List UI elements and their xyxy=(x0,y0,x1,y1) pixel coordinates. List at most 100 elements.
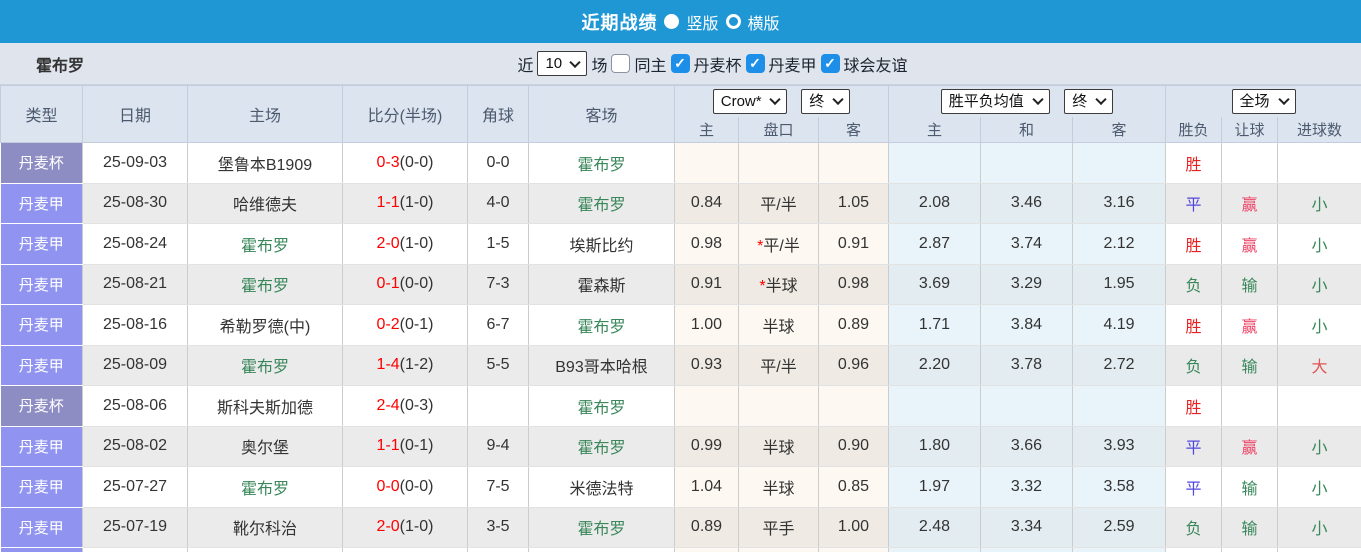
average-select-wrap: 胜平负均值 xyxy=(941,89,1050,114)
vertical-layout-radio[interactable] xyxy=(664,14,679,29)
col-header-date: 日期 xyxy=(83,86,188,143)
horizontal-layout-radio[interactable] xyxy=(726,14,741,29)
result-handicap xyxy=(1222,386,1278,427)
avg-home-odds: 3.69 xyxy=(889,264,981,305)
avg-draw-odds xyxy=(981,143,1073,184)
away-team: 霍布罗 xyxy=(529,305,675,346)
league-badge: 丹麦甲 xyxy=(1,264,83,305)
handicap-text: 半球 xyxy=(762,440,794,457)
crow-handicap: 平/半 xyxy=(739,345,819,386)
result-handicap: 赢 xyxy=(1222,183,1278,224)
avg-away-odds xyxy=(1073,386,1166,427)
recent-count-select[interactable]: 10 xyxy=(537,51,587,76)
result-handicap: 输 xyxy=(1222,345,1278,386)
filter-bar: 霍布罗 近 10 场 同主 ✓ 丹麦杯 ✓ 丹麦甲 ✓ 球会友谊 xyxy=(0,43,1361,85)
match-date: 25-08-09 xyxy=(83,345,188,386)
avg-home-odds xyxy=(889,386,981,427)
league-badge: 丹麦杯 xyxy=(1,386,83,427)
fulltime-score: 1-1 xyxy=(377,194,400,211)
handicap-text: 半球 xyxy=(762,481,794,498)
crow-handicap: 半球 xyxy=(739,426,819,467)
crow-away-odds: 0.96 xyxy=(819,345,889,386)
fulltime-score: 0-2 xyxy=(377,316,400,333)
score-cell: 0-1(0-0) xyxy=(343,264,468,305)
sub-header-avg-draw: 和 xyxy=(981,117,1073,143)
same-home-label: 同主 xyxy=(634,52,666,76)
crow-handicap xyxy=(739,386,819,427)
filter-checkbox-friendly[interactable]: ✓ xyxy=(821,54,840,73)
league-badge: 丹麦甲 xyxy=(1,224,83,265)
scope-select[interactable]: 全场 xyxy=(1232,89,1296,114)
league-badge: 丹麦甲 xyxy=(1,426,83,467)
sub-header-wdl: 胜负 xyxy=(1166,117,1222,143)
sub-header-crow-away: 客 xyxy=(819,117,889,143)
corner-score: 0-0 xyxy=(468,143,529,184)
handicap-text: 半球 xyxy=(766,278,798,295)
crow-home-odds: 0.89 xyxy=(675,507,739,548)
average-select[interactable]: 胜平负均值 xyxy=(941,89,1050,114)
bookmaker-header-group: Crow* 终 xyxy=(675,86,889,117)
away-team: B93哥本哈根 xyxy=(529,345,675,386)
avg-draw-odds: 3.84 xyxy=(981,305,1073,346)
filter-checkbox-cup[interactable]: ✓ xyxy=(671,54,690,73)
col-header-corner: 角球 xyxy=(468,86,529,143)
result-wdl: 胜 xyxy=(1166,305,1222,346)
result-wdl: 胜 xyxy=(1166,224,1222,265)
corner-score: 7-3 xyxy=(468,264,529,305)
average-time-select[interactable]: 终 xyxy=(1064,89,1113,114)
sub-header-handicap-res: 让球 xyxy=(1222,117,1278,143)
horizontal-layout-label[interactable]: 横版 xyxy=(748,10,780,34)
bookmaker-select[interactable]: Crow* xyxy=(713,89,787,114)
col-header-away: 客场 xyxy=(529,86,675,143)
same-home-checkbox[interactable] xyxy=(611,54,630,73)
avg-away-odds: 1.95 xyxy=(1073,264,1166,305)
filter-label-cup: 丹麦杯 xyxy=(694,52,742,76)
crow-home-odds: 1.04 xyxy=(675,467,739,508)
recent-label: 近 xyxy=(517,52,533,76)
home-team: 斯科夫斯加德 xyxy=(188,386,343,427)
avg-draw-odds: 3.74 xyxy=(981,224,1073,265)
home-team: 霍布罗 xyxy=(188,345,343,386)
score-cell: 2-0(1-0) xyxy=(343,507,468,548)
result-wdl: 负 xyxy=(1166,507,1222,548)
score-cell: 1-1(0-1) xyxy=(343,426,468,467)
table-row: 丹麦甲 25-08-16 希勒罗德(中) 0-2(0-1) 6-7 霍布罗 1.… xyxy=(1,305,1361,346)
corner-score: 3-5 xyxy=(468,507,529,548)
away-team: 霍布罗 xyxy=(529,183,675,224)
league-badge: 丹麦甲 xyxy=(1,345,83,386)
vertical-layout-label[interactable]: 竖版 xyxy=(686,10,718,34)
crow-home-odds xyxy=(675,386,739,427)
score-cell: 2-4(0-3) xyxy=(343,386,468,427)
crow-handicap: 平/半 xyxy=(739,183,819,224)
match-date: 25-08-06 xyxy=(83,386,188,427)
away-team: 霍布罗 xyxy=(529,426,675,467)
crow-home-odds: 0.93 xyxy=(675,345,739,386)
crow-handicap: *平/半 xyxy=(739,224,819,265)
league-badge: 丹麦甲 xyxy=(1,507,83,548)
avg-draw-odds xyxy=(981,386,1073,427)
result-goals xyxy=(1278,548,1361,552)
result-goals xyxy=(1278,143,1361,184)
table-row: 丹麦甲 25-07-19 靴尔科治 2-0(1-0) 3-5 霍布罗 0.89 … xyxy=(1,507,1361,548)
result-handicap: 输 xyxy=(1222,507,1278,548)
match-date: 25-08-21 xyxy=(83,264,188,305)
result-wdl: 平 xyxy=(1166,467,1222,508)
avg-draw-odds: 3.46 xyxy=(981,183,1073,224)
sub-header-avg-away: 客 xyxy=(1073,117,1166,143)
handicap-text: 平/半 xyxy=(760,197,796,214)
halftime-score: (0-3) xyxy=(400,397,434,414)
avg-away-odds xyxy=(1073,548,1166,552)
crow-away-odds xyxy=(819,548,889,552)
result-handicap: 赢 xyxy=(1222,426,1278,467)
result-handicap: 赢 xyxy=(1222,224,1278,265)
crow-home-odds: 0.84 xyxy=(675,183,739,224)
table-row: 丹麦甲 25-07-27 霍布罗 0-0(0-0) 7-5 米德法特 1.04 … xyxy=(1,467,1361,508)
crow-handicap xyxy=(739,548,819,552)
bookmaker-time-select[interactable]: 终 xyxy=(801,89,850,114)
avg-home-odds: 2.87 xyxy=(889,224,981,265)
avg-away-odds: 2.59 xyxy=(1073,507,1166,548)
home-team: 霍布罗 xyxy=(188,264,343,305)
filter-checkbox-league[interactable]: ✓ xyxy=(746,54,765,73)
home-team xyxy=(188,548,343,552)
result-wdl: 胜 xyxy=(1166,386,1222,427)
